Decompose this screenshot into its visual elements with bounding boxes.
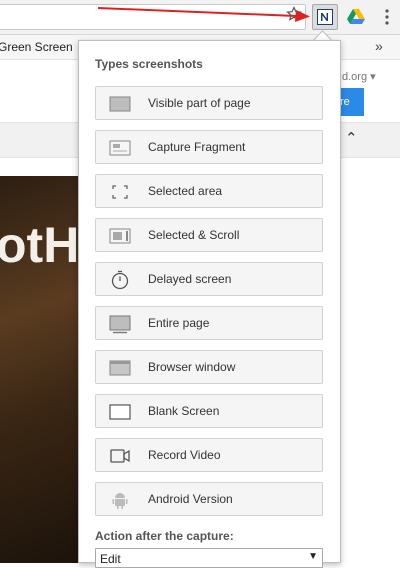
option-label: Selected & Scroll [148,228,240,242]
option-label: Delayed screen [148,272,232,286]
dropdown-arrow-icon: ▼ [308,551,318,562]
timer-icon [111,270,129,290]
select-value: Edit [100,552,121,566]
option-label: Record Video [148,448,221,462]
video-camera-icon [110,449,130,463]
option-browser-window[interactable]: Browser window [95,350,323,384]
visible-page-icon [109,96,131,112]
page-text-fragment: d.org ▾ [342,71,376,83]
screenshot-extension-button[interactable] [312,4,338,30]
option-blank-screen[interactable]: Blank Screen [95,394,323,428]
entire-page-icon [109,315,131,334]
option-label: Selected area [148,184,223,198]
action-after-capture-select[interactable]: Edit ▼ [95,548,323,568]
option-delayed-screen[interactable]: Delayed screen [95,262,323,296]
bookmarks-overflow-button[interactable]: » [375,38,383,54]
popup-heading: Types screenshots [95,57,203,71]
android-icon [112,493,128,509]
option-label: Capture Fragment [148,140,246,154]
page-hero-image: otH [0,176,78,563]
hero-image-text: otH [0,217,78,273]
option-selected-scroll[interactable]: Selected & Scroll [95,218,323,252]
google-drive-icon[interactable] [347,8,365,29]
page-action-button[interactable]: re [338,88,364,116]
option-record-video[interactable]: Record Video [95,438,323,472]
option-label: Android Version [148,492,233,506]
fragment-icon [109,140,131,156]
collapse-icon[interactable]: ⌃ [345,129,358,147]
option-capture-fragment[interactable]: Capture Fragment [95,130,323,164]
bookmark-star-icon[interactable] [286,6,302,22]
browser-window-icon [109,360,131,376]
bookmark-item[interactable]: Green Screen [0,40,73,54]
option-entire-page[interactable]: Entire page [95,306,323,340]
page-right-area [341,176,400,563]
option-visible-page[interactable]: Visible part of page [95,86,323,120]
address-bar[interactable] [0,4,306,30]
screenshot-popup: Types screenshots Visible part of page C… [78,40,341,568]
option-selected-area[interactable]: Selected area [95,174,323,208]
option-label: Visible part of page [148,96,251,110]
option-label: Entire page [148,316,210,330]
selected-scroll-icon [109,228,131,244]
option-android-version[interactable]: Android Version [95,482,323,516]
selected-area-icon [112,185,128,199]
browser-menu-icon[interactable] [385,9,389,30]
browser-toolbar [0,0,400,35]
blank-screen-icon [109,404,131,420]
extension-logo-icon [317,9,333,25]
action-after-capture-label: Action after the capture: [95,529,234,543]
option-label: Blank Screen [148,404,220,418]
option-label: Browser window [148,360,236,374]
